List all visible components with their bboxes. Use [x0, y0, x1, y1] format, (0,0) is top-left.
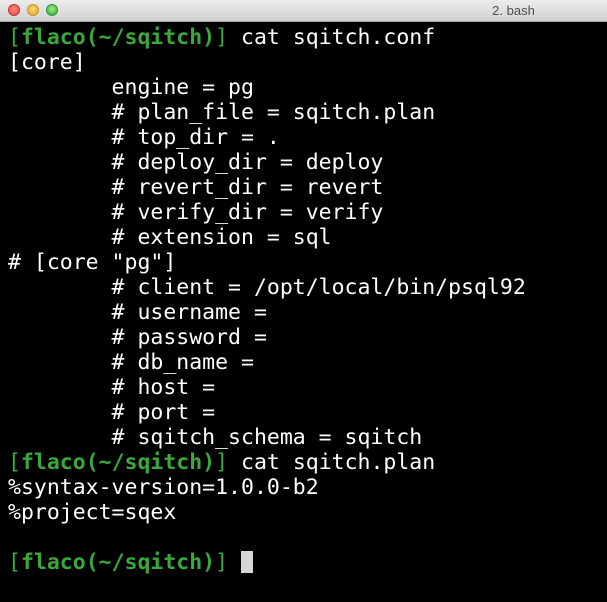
prompt-open-bracket: [	[8, 25, 21, 50]
output-line: %project=sqex	[8, 500, 177, 525]
command-text	[228, 550, 241, 575]
text-cursor	[241, 551, 254, 573]
prompt-user: flaco	[20, 450, 86, 475]
output-line: # [core "pg"]	[8, 250, 177, 275]
command-text: cat sqitch.plan	[228, 450, 436, 475]
output-line: %syntax-version=1.0.0-b2	[8, 475, 319, 500]
title-bar[interactable]: 2. bash	[0, 0, 607, 22]
prompt-path: (~/sqitch)	[85, 550, 216, 575]
terminal-content[interactable]: [flaco(~/sqitch)] cat sqitch.conf [core] …	[8, 25, 603, 600]
output-line: # plan_file = sqitch.plan	[8, 100, 436, 125]
prompt-close-bracket: ]	[215, 25, 229, 50]
output-line: engine = pg	[8, 75, 254, 100]
prompt-path: (~/sqitch)	[85, 450, 216, 475]
prompt-line: [flaco(~/sqitch)]	[8, 550, 603, 575]
prompt-close-bracket: ]	[215, 450, 229, 475]
output-line: # extension = sql	[8, 225, 332, 250]
output-line: # db_name =	[8, 350, 254, 375]
prompt-path: (~/sqitch)	[85, 25, 216, 50]
output-line: # host =	[8, 375, 216, 400]
output-line: # username =	[8, 300, 267, 325]
terminal-window: 2. bash [flaco(~/sqitch)] cat sqitch.con…	[0, 0, 607, 602]
output-line: # port =	[8, 400, 216, 425]
output-line: [core]	[8, 50, 86, 75]
command-text: cat sqitch.conf	[228, 25, 436, 50]
prompt-line: [flaco(~/sqitch)] cat sqitch.plan	[8, 450, 603, 475]
output-line: # verify_dir = verify	[8, 200, 384, 225]
window-title: 2. bash	[492, 3, 535, 18]
prompt-open-bracket: [	[8, 450, 21, 475]
output-line: # client = /opt/local/bin/psql92	[8, 275, 526, 300]
output-line: # revert_dir = revert	[8, 175, 384, 200]
prompt-open-bracket: [	[8, 550, 21, 575]
output-line: # top_dir = .	[8, 125, 280, 150]
output-line: # deploy_dir = deploy	[8, 150, 384, 175]
output-line: # password =	[8, 325, 267, 350]
prompt-user: flaco	[20, 550, 86, 575]
output-line: # sqitch_schema = sqitch	[8, 425, 423, 450]
prompt-user: flaco	[20, 25, 86, 50]
prompt-close-bracket: ]	[215, 550, 229, 575]
prompt-line: [flaco(~/sqitch)] cat sqitch.conf	[8, 25, 603, 50]
